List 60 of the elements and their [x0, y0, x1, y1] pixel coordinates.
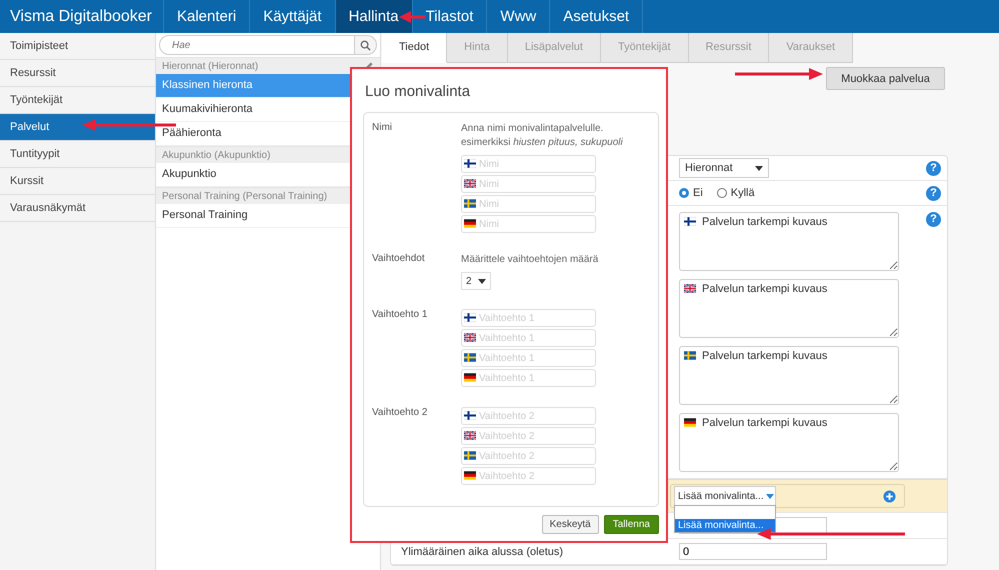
add-icon[interactable] — [883, 490, 896, 502]
tab[interactable]: Tiedot — [382, 33, 448, 63]
extra-time-field[interactable]: 0 — [679, 543, 827, 560]
save-button[interactable]: Tallenna — [604, 515, 659, 534]
help-icon[interactable]: ? — [926, 212, 941, 227]
field-label: Vaihtoehto 2 — [372, 407, 428, 418]
finnish-flag-icon — [684, 217, 696, 226]
hint-text: Määrittele vaihtoehtojen määrä — [461, 253, 598, 267]
nav-tab[interactable]: Hallinta — [336, 0, 413, 33]
german-flag-icon — [464, 471, 476, 480]
cancel-button[interactable]: Keskeytä — [542, 515, 599, 534]
group-header: Akupunktio (Akupunktio) — [162, 150, 270, 160]
british-flag-icon — [684, 284, 696, 293]
description-textarea[interactable]: Palvelun tarkempi kuvaus — [679, 279, 899, 338]
group-header: Personal Training (Personal Training) — [162, 190, 328, 202]
british-flag-icon — [464, 431, 476, 440]
search-button[interactable] — [355, 35, 377, 55]
finnish-flag-icon — [464, 411, 476, 420]
caret-icon — [478, 278, 486, 284]
help-icon[interactable]: ? — [926, 186, 941, 200]
swedish-flag-icon — [464, 353, 476, 362]
count-dropdown[interactable]: 2 — [461, 272, 491, 290]
sidebar-item[interactable]: Varausnäkymät — [0, 195, 155, 222]
radio-button[interactable] — [716, 188, 727, 198]
multichoice-dropdown[interactable]: Lisää monivalinta... — [674, 486, 776, 506]
hint-text: Anna nimi monivalintapalvelulle. esimerkiksi hiusten pituus, sukupuoli — [461, 122, 623, 150]
description-textarea[interactable]: Palvelun tarkempi kuvaus — [679, 346, 899, 405]
caret-icon — [766, 494, 774, 498]
sidebar-item[interactable]: Kurssit — [0, 168, 155, 195]
swedish-flag-icon — [464, 199, 476, 208]
edit-service-button[interactable]: Muokkaa palvelua — [826, 67, 945, 90]
swedish-flag-icon — [684, 351, 696, 360]
group-header: Hieronnat (Hieronnat) — [162, 60, 258, 72]
description-textarea[interactable]: Palvelun tarkempi kuvaus — [679, 212, 899, 271]
sidebar-item[interactable]: Toimipisteet — [0, 33, 155, 60]
sidebar-item[interactable]: Resurssit — [0, 60, 155, 87]
category-dropdown[interactable]: Hieronnat — [679, 158, 769, 178]
search-field[interactable]: Hae — [159, 35, 355, 55]
finnish-flag-icon — [464, 159, 476, 168]
sidebar-item[interactable]: Palvelut — [0, 114, 155, 141]
finnish-flag-icon — [464, 313, 476, 322]
arrow-annotation — [399, 11, 425, 23]
radio-button[interactable] — [679, 188, 689, 198]
dropdown-option[interactable]: Lisää monivalinta... — [675, 519, 775, 532]
german-flag-icon — [464, 373, 476, 382]
search-icon — [360, 40, 371, 50]
british-flag-icon — [464, 179, 476, 188]
swedish-flag-icon — [464, 451, 476, 460]
help-icon[interactable]: ? — [926, 160, 941, 176]
german-flag-icon — [684, 418, 696, 427]
radio-label: Kyllä — [730, 187, 755, 199]
field-label: Ylimääräinen aika alussa (oletus) — [401, 546, 564, 558]
field-label: Vaihtoehto 1 — [372, 309, 428, 320]
british-flag-icon — [464, 333, 476, 342]
german-flag-icon — [464, 219, 476, 228]
sidebar-item[interactable]: Tuntityypit — [0, 141, 155, 168]
caret-icon — [755, 166, 763, 170]
field-label: Vaihtoehdot — [372, 253, 425, 264]
radio-label: Ei — [693, 187, 703, 199]
description-textarea[interactable]: Palvelun tarkempi kuvaus — [679, 413, 899, 472]
